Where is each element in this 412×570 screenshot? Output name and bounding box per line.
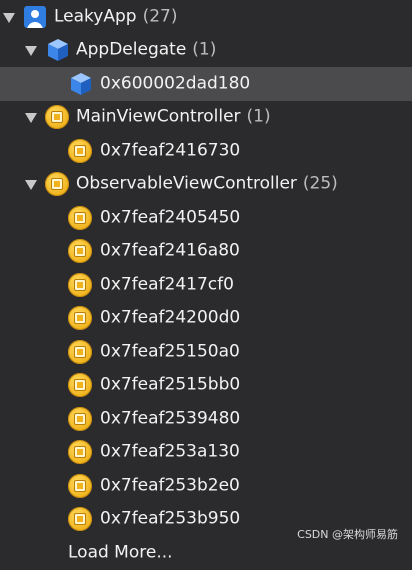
tree-row-instance[interactable]: 0x7feaf2515bb0 — [0, 369, 412, 403]
tree-row-instance-selected[interactable]: 0x600002dad180 — [0, 67, 412, 101]
app-delegate-name: AppDelegate — [76, 39, 187, 60]
instance-address: 0x7feaf253b2e0 — [100, 475, 240, 496]
app-delegate-count: (1) — [192, 39, 217, 60]
object-instance-icon — [68, 440, 92, 465]
object-instance-icon — [68, 507, 92, 532]
instance-address: 0x7feaf2539480 — [100, 408, 241, 429]
root-name: LeakyApp — [54, 6, 137, 27]
cube-icon — [69, 72, 93, 96]
tree-row-instance[interactable]: 0x7feaf2416a80 — [0, 235, 412, 269]
object-instance-icon — [68, 239, 92, 264]
tree-row-instance[interactable]: 0x7feaf2416730 — [0, 134, 412, 168]
watermark: CSDN @架构师易筋 — [297, 528, 398, 541]
observable-vc-count: (25) — [302, 173, 338, 194]
object-instance-icon — [68, 473, 92, 498]
tree-row-instance[interactable]: 0x7feaf253a130 — [0, 436, 412, 470]
tree-row-observable-view-controller[interactable]: ObservableViewController (25) — [0, 168, 412, 202]
observable-vc-label: ObservableViewController (25) — [76, 174, 338, 194]
object-instance-icon — [68, 205, 92, 230]
app-target-icon — [24, 5, 46, 28]
observable-vc-name: ObservableViewController — [76, 173, 297, 194]
instance-address: 0x7feaf253b950 — [100, 508, 241, 529]
object-instance-icon — [68, 272, 92, 297]
tree-row-main-view-controller[interactable]: MainViewController (1) — [0, 101, 412, 135]
main-vc-count: (1) — [246, 106, 271, 127]
object-instance-icon — [68, 406, 92, 431]
tree-row-instance[interactable]: 0x7feaf2539480 — [0, 402, 412, 436]
tree-row-instance[interactable]: 0x7feaf24200d0 — [0, 302, 412, 336]
tree-row-instance[interactable]: 0x7feaf2417cf0 — [0, 268, 412, 302]
root-count: (27) — [142, 6, 178, 27]
disclosure-triangle-icon[interactable] — [3, 12, 15, 23]
root-label: LeakyApp (27) — [54, 6, 177, 26]
instance-address: 0x7feaf253a130 — [100, 441, 240, 462]
tree-row-instance[interactable]: 0x7feaf253b2e0 — [0, 469, 412, 503]
instance-address: 0x7feaf2515bb0 — [100, 374, 241, 395]
object-instance-icon — [68, 373, 92, 398]
instance-address: 0x7feaf2405450 — [100, 207, 241, 228]
object-instance-icon — [45, 172, 69, 197]
object-instance-icon — [68, 339, 92, 364]
tree-row-app-delegate[interactable]: AppDelegate (1) — [0, 34, 412, 68]
disclosure-triangle-icon[interactable] — [25, 180, 37, 191]
main-vc-label: MainViewController (1) — [76, 107, 271, 127]
app-delegate-label: AppDelegate (1) — [76, 40, 216, 60]
tree-row-root[interactable]: LeakyApp (27) — [0, 0, 412, 34]
instance-address: 0x600002dad180 — [100, 73, 251, 94]
memory-graph-tree: LeakyApp (27) AppDelegate (1) 0x600002dad1… — [0, 0, 412, 570]
disclosure-triangle-icon[interactable] — [25, 113, 37, 124]
object-instance-icon — [45, 105, 69, 130]
disclosure-triangle-icon[interactable] — [25, 46, 37, 57]
object-instance-icon — [68, 306, 92, 331]
instance-address: 0x7feaf24200d0 — [100, 307, 241, 328]
tree-row-instance[interactable]: 0x7feaf25150a0 — [0, 335, 412, 369]
main-vc-name: MainViewController — [76, 106, 241, 127]
cube-icon — [46, 38, 70, 62]
load-more-link[interactable]: Load More... — [68, 542, 173, 562]
instance-address: 0x7feaf2416730 — [100, 140, 241, 161]
instance-address: 0x7feaf2417cf0 — [100, 274, 234, 295]
object-instance-icon — [68, 138, 92, 163]
instance-address: 0x7feaf2416a80 — [100, 240, 240, 261]
instance-address: 0x7feaf25150a0 — [100, 341, 240, 362]
tree-row-instance[interactable]: 0x7feaf2405450 — [0, 201, 412, 235]
